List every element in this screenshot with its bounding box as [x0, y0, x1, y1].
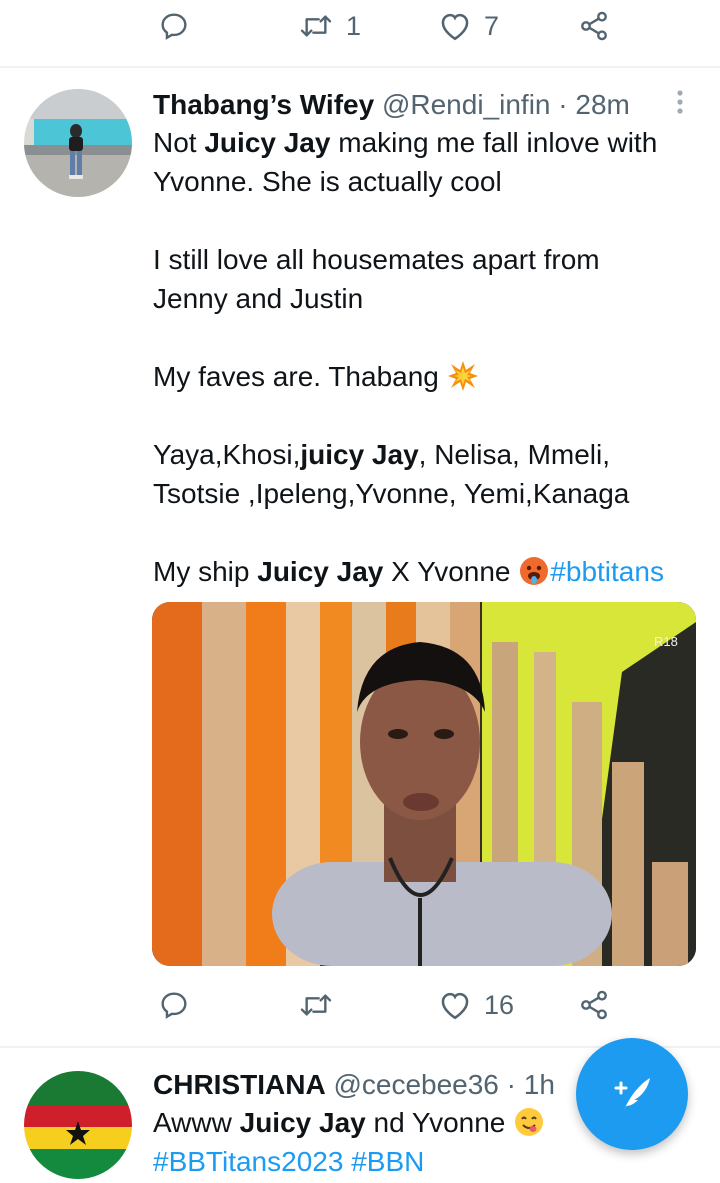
reply-button[interactable]	[158, 1, 190, 51]
display-name[interactable]: Thabang’s Wifey	[153, 89, 374, 120]
share-button[interactable]	[578, 1, 610, 51]
display-name[interactable]: CHRISTIANA	[153, 1069, 326, 1100]
tweet-text-line: Jenny and Justin	[153, 283, 364, 314]
tweet-media-image[interactable]: R18	[152, 602, 696, 966]
share-icon	[581, 11, 607, 41]
tweet-text: Awww Juicy Jay nd Yvonne #BBTitans2023 #…	[153, 1103, 545, 1181]
tweet-text-line: Tsotsie ,Ipeleng,Yvonne, Yemi,Kanaga	[153, 478, 630, 509]
tweet-actions: 16	[0, 980, 720, 1030]
compose-icon	[614, 1078, 650, 1110]
highlighted-keyword: Juicy Jay	[257, 556, 384, 587]
hot-face-emoji	[520, 557, 549, 585]
share-icon	[581, 990, 607, 1020]
retweet-icon	[300, 994, 332, 1016]
compose-tweet-button[interactable]	[576, 1038, 688, 1150]
tweet-text-line: I still love all housemates apart from	[153, 244, 600, 275]
tweet-text-line: My faves are. Thabang	[153, 357, 664, 396]
reply-icon	[161, 13, 187, 40]
tweet-header: CHRISTIANA @cecebee36 · 1h	[153, 1066, 555, 1104]
yum-emoji	[515, 1108, 544, 1136]
like-count: 7	[484, 10, 500, 41]
tweet-header: Thabang’s Wifey @Rendi_infin · 28m	[153, 86, 630, 124]
tweet-text-line: My ship Juicy Jay X Yvonne #bbtitans	[153, 556, 664, 587]
retweet-icon	[300, 15, 332, 37]
like-icon	[441, 13, 469, 41]
more-icon[interactable]	[668, 86, 692, 126]
highlighted-keyword: Juicy Jay	[204, 127, 331, 158]
tweet-text: Not Juicy Jay making me fall inlove with…	[153, 123, 664, 591]
handle[interactable]: @cecebee36	[333, 1069, 498, 1100]
like-button[interactable]: 7	[438, 1, 499, 51]
reply-icon	[161, 992, 187, 1019]
explosion-emoji	[447, 361, 478, 391]
avatar[interactable]	[24, 1071, 132, 1179]
share-button[interactable]	[578, 980, 610, 1030]
media-badge: R18	[654, 634, 678, 649]
like-count: 16	[484, 989, 515, 1020]
highlighted-keyword: juicy Jay	[300, 439, 419, 470]
retweet-button[interactable]: 1	[298, 1, 361, 51]
separator: ·	[498, 1069, 524, 1100]
highlighted-keyword: Juicy Jay	[239, 1107, 366, 1138]
previous-tweet-actions: 1 7	[0, 1, 720, 51]
like-button[interactable]: 16	[438, 980, 514, 1030]
reply-button[interactable]	[158, 980, 190, 1030]
tweet-text-line: Yaya,Khosi,juicy Jay, Nelisa, Mmeli,	[153, 439, 611, 470]
tweet-text-line: Awww Juicy Jay nd Yvonne	[153, 1103, 545, 1142]
timestamp[interactable]: 28m	[575, 89, 629, 120]
avatar[interactable]	[24, 89, 132, 197]
like-icon	[441, 992, 469, 1020]
tweet-divider	[0, 66, 720, 68]
tweet-text-line: Yvonne. She is actually cool	[153, 166, 502, 197]
separator: ·	[550, 89, 576, 120]
timestamp[interactable]: 1h	[524, 1069, 555, 1100]
hashtag-link[interactable]: #bbtitans	[550, 556, 664, 587]
handle[interactable]: @Rendi_infin	[382, 89, 551, 120]
hashtag-link[interactable]: #BBTitans2023 #BBN	[153, 1142, 545, 1181]
tweet-text-line: Not Juicy Jay making me fall inlove with	[153, 127, 658, 158]
retweet-count: 1	[346, 10, 362, 41]
retweet-button[interactable]	[298, 980, 334, 1030]
